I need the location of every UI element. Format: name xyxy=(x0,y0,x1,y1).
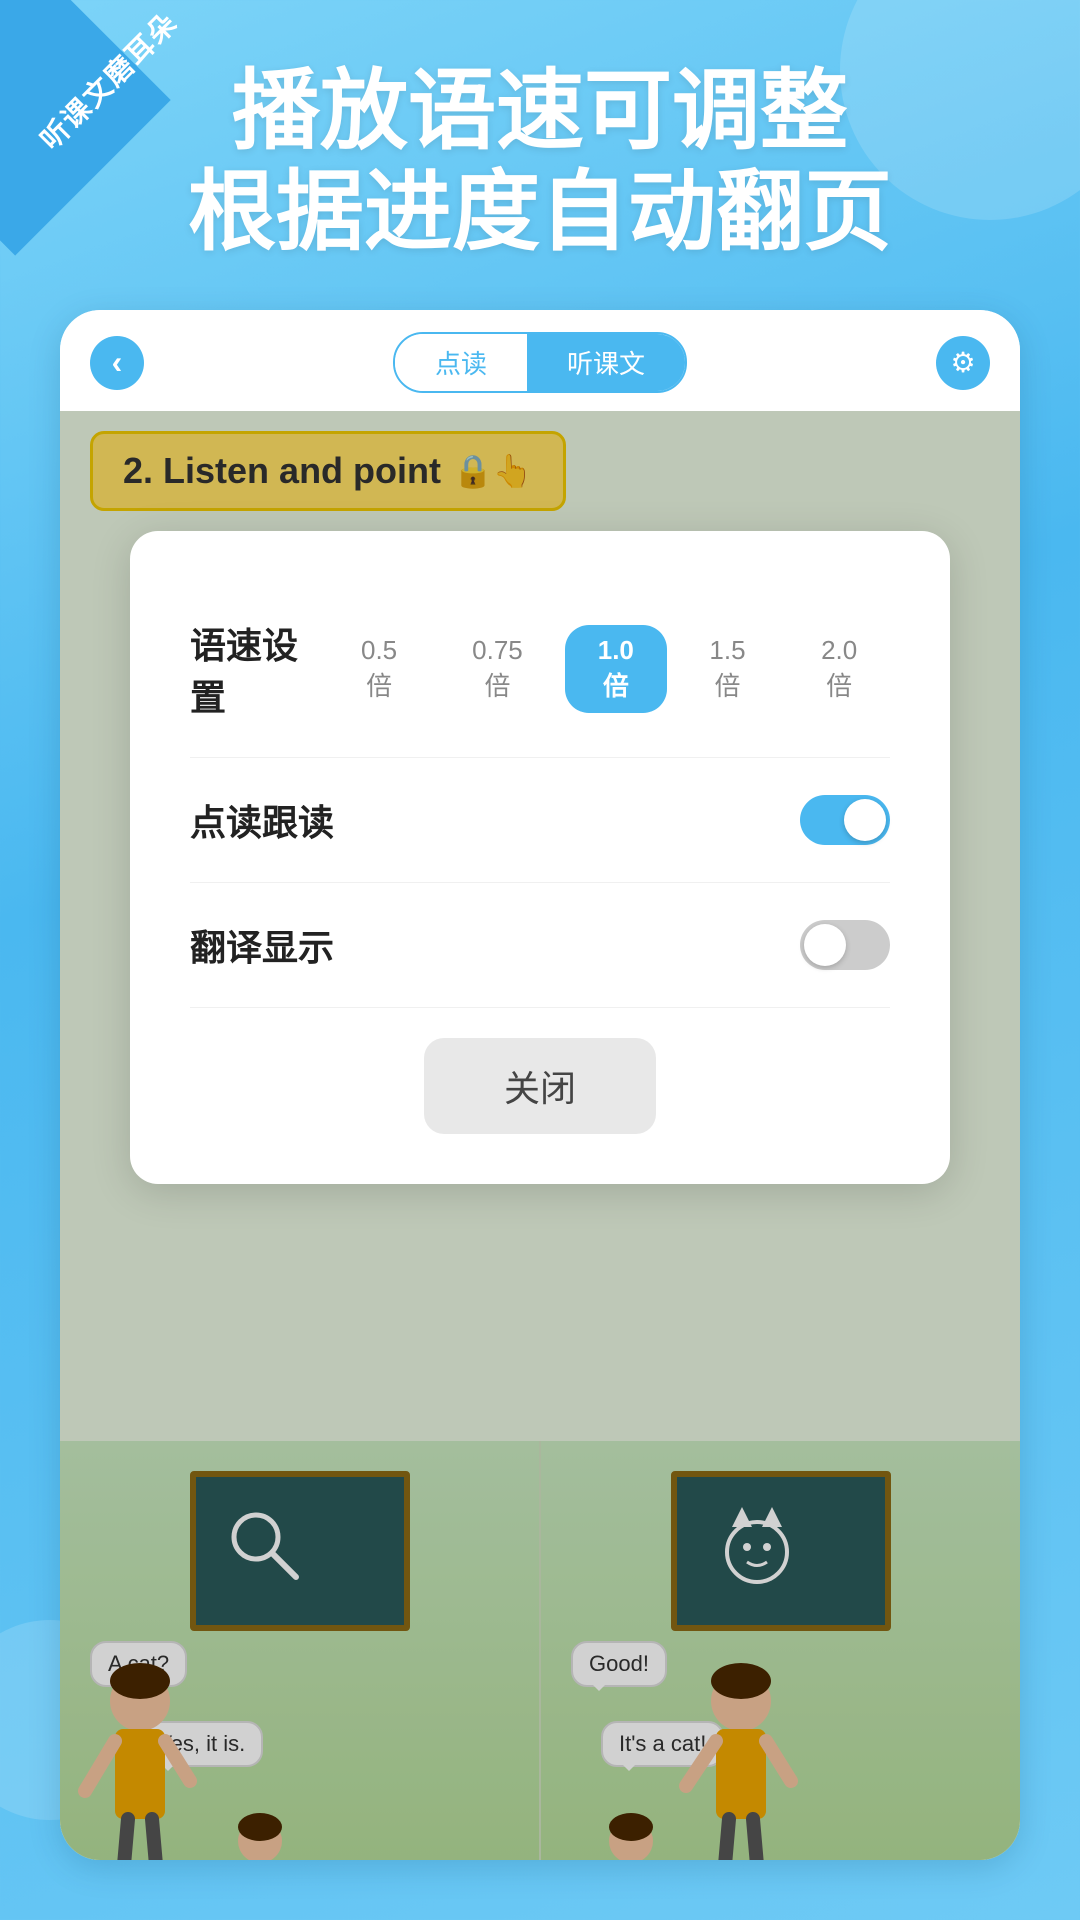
settings-modal: 语速设置 0.5倍 0.75倍 1.0倍 1.5倍 2.0倍 点读跟读 xyxy=(130,531,950,1184)
tab-listen[interactable]: 听课文 xyxy=(527,334,685,391)
follow-read-label: 点读跟读 xyxy=(190,794,334,846)
speed-label: 语速设置 xyxy=(190,617,328,721)
follow-read-toggle[interactable] xyxy=(800,795,890,845)
speed-1-0x[interactable]: 1.0倍 xyxy=(565,625,667,713)
device-frame: ‹ 点读 听课文 ⚙ 2. Listen and point 🔒👆 xyxy=(60,310,1020,1860)
tab-group: 点读 听课文 xyxy=(393,332,687,393)
back-button[interactable]: ‹ xyxy=(90,336,144,390)
follow-read-row: 点读跟读 xyxy=(190,758,890,883)
toggle-knob-follow xyxy=(844,799,886,841)
translate-toggle[interactable] xyxy=(800,920,890,970)
speed-0-75x[interactable]: 0.75倍 xyxy=(440,625,555,713)
hero-line2: 根据进度自动翻页 xyxy=(188,162,892,261)
speed-1-5x[interactable]: 1.5倍 xyxy=(677,625,779,713)
speed-options: 0.5倍 0.75倍 1.0倍 1.5倍 2.0倍 xyxy=(328,625,890,713)
speed-0-5x[interactable]: 0.5倍 xyxy=(328,625,430,713)
translate-row: 翻译显示 xyxy=(190,883,890,1008)
translate-label: 翻译显示 xyxy=(190,919,334,971)
speed-setting-row: 语速设置 0.5倍 0.75倍 1.0倍 1.5倍 2.0倍 xyxy=(190,581,890,758)
settings-button[interactable]: ⚙ xyxy=(936,336,990,390)
close-button[interactable]: 关闭 xyxy=(424,1038,656,1134)
page-content: 2. Listen and point 🔒👆 A cat? Yes, it is… xyxy=(60,411,1020,1860)
back-icon: ‹ xyxy=(112,344,123,381)
tab-read[interactable]: 点读 xyxy=(395,334,527,391)
top-bar: ‹ 点读 听课文 ⚙ xyxy=(60,310,1020,411)
speed-2-0x[interactable]: 2.0倍 xyxy=(788,625,890,713)
modal-overlay: 语速设置 0.5倍 0.75倍 1.0倍 1.5倍 2.0倍 点读跟读 xyxy=(60,411,1020,1860)
settings-icon: ⚙ xyxy=(950,346,975,379)
toggle-knob-translate xyxy=(804,924,846,966)
close-btn-wrap: 关闭 xyxy=(190,1038,890,1134)
hero-line1: 播放语速可调整 xyxy=(232,61,848,160)
